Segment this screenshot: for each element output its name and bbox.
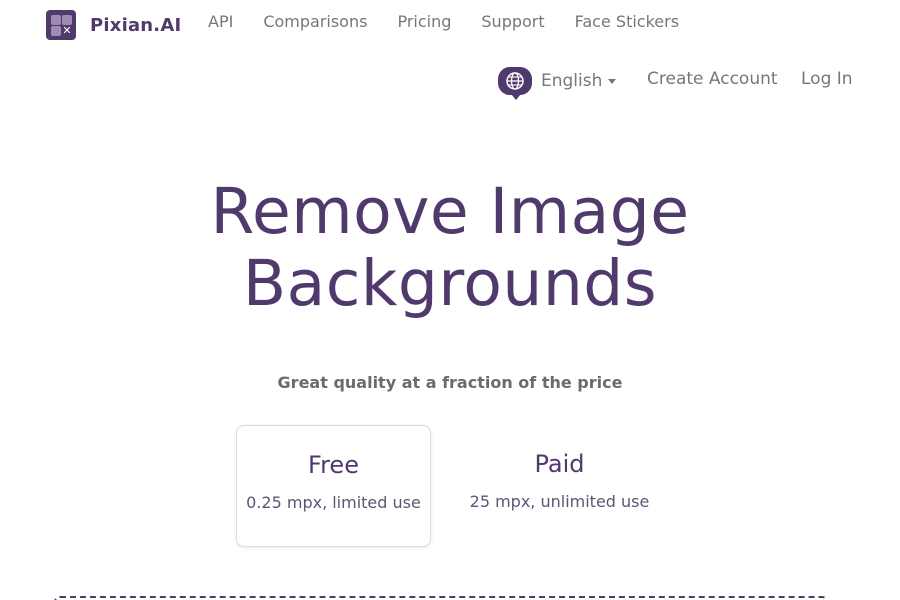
plan-free-tab[interactable]: Free 0.25 mpx, limited use xyxy=(236,425,431,547)
hero-title: Remove Image Backgrounds xyxy=(0,176,900,320)
language-dropdown[interactable]: English xyxy=(541,71,617,91)
hero-title-line-1: Remove Image xyxy=(210,175,690,248)
hero-title-line-2: Backgrounds xyxy=(242,247,658,320)
main-nav: API Comparisons Pricing Support Face Sti… xyxy=(208,12,709,32)
plan-free-description: 0.25 mpx, limited use xyxy=(246,493,421,512)
top-navigation: ✕ Pixian.AI API Comparisons Pricing Supp… xyxy=(0,0,900,48)
plan-paid-title: Paid xyxy=(534,450,585,478)
language-label: English xyxy=(541,71,603,91)
log-in-link[interactable]: Log In xyxy=(801,69,853,89)
account-nav: English Create Account Log In xyxy=(498,66,853,100)
globe-icon[interactable] xyxy=(498,67,532,100)
brand-name: Pixian.AI xyxy=(90,14,182,36)
plan-paid-tab[interactable]: Paid 25 mpx, unlimited use xyxy=(462,425,657,547)
plan-paid-description: 25 mpx, unlimited use xyxy=(469,492,650,511)
nav-api-link[interactable]: API xyxy=(208,12,233,32)
upload-dropzone[interactable] xyxy=(54,596,828,600)
pixian-logo-icon: ✕ xyxy=(46,10,76,40)
tagline: Great quality at a fraction of the price xyxy=(277,373,623,392)
chevron-down-icon xyxy=(608,78,617,84)
nav-pricing-link[interactable]: Pricing xyxy=(397,12,451,32)
nav-support-link[interactable]: Support xyxy=(481,12,544,32)
nav-comparisons-link[interactable]: Comparisons xyxy=(263,12,367,32)
brand-home-link[interactable]: ✕ Pixian.AI xyxy=(46,10,181,40)
plan-free-title: Free xyxy=(308,451,359,479)
create-account-link[interactable]: Create Account xyxy=(647,69,778,89)
nav-face-stickers-link[interactable]: Face Stickers xyxy=(575,12,679,32)
